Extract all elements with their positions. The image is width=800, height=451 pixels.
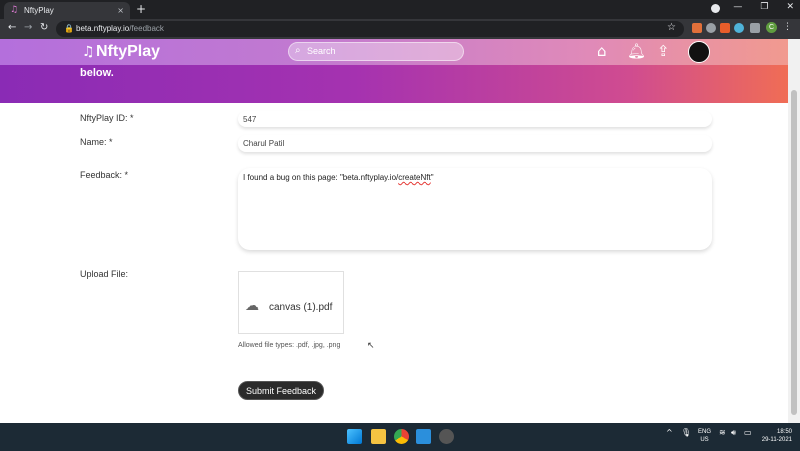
microphone-icon[interactable]: 🎙 xyxy=(681,428,691,437)
close-window-icon[interactable]: ✕ xyxy=(786,2,794,12)
tab-title: NftyPlay xyxy=(24,6,54,15)
profile-avatar[interactable]: C xyxy=(766,22,777,33)
url-text: beta.nftyplay.io/feedback xyxy=(76,24,164,33)
windows-taskbar: ^ 🎙 ENG US ≋ 🔊︎ ▭ 18:50 29-11-2021 xyxy=(0,423,800,451)
browser-toolbar: ← → ↻ 🔒 beta.nftyplay.io/feedback ☆ C ⋮ xyxy=(0,19,800,39)
feedback-textarea[interactable]: I found a bug on this page: "beta.nftypl… xyxy=(238,168,712,250)
new-tab-button[interactable]: + xyxy=(136,2,146,16)
search-icon: ⌕ xyxy=(295,45,301,56)
vscode-icon[interactable] xyxy=(416,429,431,444)
uploaded-file-name: canvas (1).pdf xyxy=(269,302,333,313)
tab-close-icon[interactable]: × xyxy=(117,6,124,15)
app-icon[interactable] xyxy=(439,429,454,444)
feedback-label: Feedback: * xyxy=(80,170,129,180)
nftyplay-favicon-icon: ♫ xyxy=(10,5,19,15)
metamask-extension-icon[interactable] xyxy=(692,23,702,33)
browser-tab-strip: ♫ NftyPlay × + — ❐ ✕ xyxy=(0,0,800,19)
react-devtools-icon[interactable] xyxy=(734,23,744,33)
lock-icon: 🔒 xyxy=(64,24,74,33)
nftyplay-logo-icon[interactable]: ♫ xyxy=(82,44,95,60)
site-nav-bar: ♫ NftyPlay ⌕ Search ⌂ 🔔︎ ⇪ xyxy=(0,39,788,65)
window-controls: — ❐ ✕ xyxy=(733,2,794,12)
browser-tab[interactable]: ♫ NftyPlay × xyxy=(4,2,130,19)
search-placeholder: Search xyxy=(307,46,336,56)
address-bar[interactable]: 🔒 beta.nftyplay.io/feedback ☆ xyxy=(56,21,684,37)
file-upload-dropzone[interactable]: ☁ canvas (1).pdf xyxy=(238,271,344,334)
upload-file-label: Upload File: xyxy=(80,269,129,279)
header-intro-text: below. xyxy=(80,67,114,79)
profile-indicator-icon[interactable] xyxy=(711,4,720,13)
home-icon[interactable]: ⌂ xyxy=(597,42,607,60)
site-logo[interactable]: NftyPlay xyxy=(96,43,160,61)
nftyplay-id-label: NftyPlay ID: * xyxy=(80,113,134,123)
volume-icon[interactable]: 🔊︎ xyxy=(731,428,736,438)
bookmark-star-icon[interactable]: ☆ xyxy=(667,22,676,33)
restore-icon[interactable]: ❐ xyxy=(760,2,768,12)
tray-chevron-icon[interactable]: ^ xyxy=(666,428,673,437)
battery-icon[interactable]: ▭ xyxy=(744,428,752,437)
nftyplay-id-field[interactable]: 547 xyxy=(238,111,712,127)
bell-icon[interactable]: 🔔︎ xyxy=(627,42,646,60)
upload-icon[interactable]: ⇪ xyxy=(657,42,670,60)
cloud-upload-icon: ☁ xyxy=(245,298,259,314)
back-icon[interactable]: ← xyxy=(8,22,16,33)
minimize-icon[interactable]: — xyxy=(733,2,742,12)
wifi-icon[interactable]: ≋ xyxy=(719,428,726,437)
submit-feedback-button[interactable]: Submit Feedback xyxy=(238,381,324,400)
menu-kebab-icon[interactable]: ⋮ xyxy=(783,22,792,32)
scrollbar-thumb[interactable] xyxy=(791,90,797,415)
extensions-puzzle-icon[interactable] xyxy=(750,23,760,33)
reload-icon[interactable]: ↻ xyxy=(40,22,48,33)
chrome-icon[interactable] xyxy=(394,429,409,444)
start-menu-icon[interactable] xyxy=(347,429,362,444)
mouse-cursor-icon: ↖ xyxy=(367,341,375,351)
extension-icon[interactable] xyxy=(720,23,730,33)
language-indicator[interactable]: ENG US xyxy=(698,428,711,444)
name-label: Name: * xyxy=(80,137,113,147)
site-header: ♫ NftyPlay ⌕ Search ⌂ 🔔︎ ⇪ below. xyxy=(0,39,788,103)
extension-icon[interactable] xyxy=(706,23,716,33)
allowed-file-types: Allowed file types: .pdf, .jpg, .png xyxy=(238,342,341,349)
user-avatar[interactable] xyxy=(688,41,710,63)
file-explorer-icon[interactable] xyxy=(371,429,386,444)
forward-icon[interactable]: → xyxy=(24,22,32,33)
system-clock[interactable]: 18:50 29-11-2021 xyxy=(760,428,792,444)
name-field[interactable]: Charul Patil xyxy=(238,135,712,152)
site-search-input[interactable]: ⌕ Search xyxy=(288,42,464,61)
